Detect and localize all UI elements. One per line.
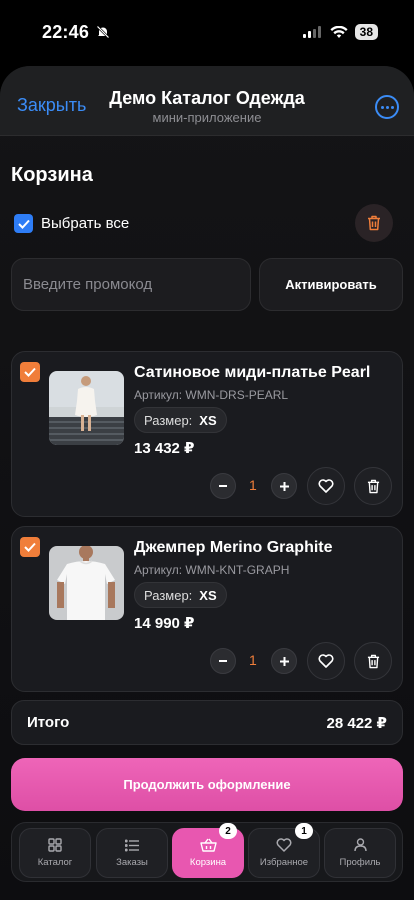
cart-count-badge: 2 bbox=[219, 823, 237, 839]
cart-item: Сатиновое миди-платье Pearl Артикул: WMN… bbox=[11, 351, 403, 517]
white-dress-photo bbox=[49, 371, 124, 445]
battery-indicator: 38 bbox=[354, 24, 378, 40]
page-title: Корзина bbox=[11, 164, 93, 186]
size-chip: Размер: XS bbox=[134, 407, 227, 433]
tab-orders[interactable]: Заказы bbox=[96, 828, 168, 878]
tab-catalog[interactable]: Каталог bbox=[19, 828, 91, 878]
minus-icon bbox=[219, 660, 227, 662]
product-image[interactable] bbox=[49, 546, 124, 620]
decrease-qty-button[interactable] bbox=[210, 648, 236, 674]
decrease-qty-button[interactable] bbox=[210, 473, 236, 499]
tab-profile[interactable]: Профиль bbox=[324, 828, 396, 878]
size-value: XS bbox=[199, 587, 217, 603]
user-icon bbox=[353, 838, 367, 852]
increase-qty-button[interactable] bbox=[271, 648, 297, 674]
list-icon bbox=[124, 839, 139, 851]
total-label: Итого bbox=[27, 714, 70, 731]
item-checkbox[interactable] bbox=[20, 362, 40, 382]
quantity-value: 1 bbox=[249, 477, 257, 493]
favorites-count-badge: 1 bbox=[295, 823, 313, 839]
bottom-tab-bar: Каталог Заказы Корзина 2 Избранное 1 Про… bbox=[11, 822, 403, 882]
mini-app-sheet: Закрыть Демо Каталог Одежда мини-приложе… bbox=[0, 66, 414, 900]
white-tshirt-photo bbox=[49, 546, 124, 620]
checkbox-checked-icon bbox=[14, 214, 33, 233]
heart-icon bbox=[276, 838, 292, 852]
size-chip: Размер: XS bbox=[134, 582, 227, 608]
app-subtitle: мини-приложение bbox=[152, 110, 262, 125]
total-value: 28 422 ₽ bbox=[326, 714, 387, 732]
item-checkbox[interactable] bbox=[20, 537, 40, 557]
wifi-icon bbox=[330, 25, 348, 38]
tab-label: Профиль bbox=[339, 857, 381, 868]
grid-icon bbox=[48, 838, 62, 852]
select-all-label: Выбрать все bbox=[41, 215, 130, 232]
trash-icon bbox=[367, 654, 379, 668]
favorite-button[interactable] bbox=[307, 467, 345, 505]
tab-cart[interactable]: Корзина 2 bbox=[172, 823, 244, 878]
status-indicators: 38 bbox=[302, 24, 378, 40]
activate-promo-button[interactable]: Активировать bbox=[259, 258, 403, 311]
quantity-value: 1 bbox=[249, 652, 257, 668]
signal-icon bbox=[302, 26, 321, 38]
checkout-button[interactable]: Продолжить оформление bbox=[11, 758, 403, 811]
size-label: Размер: bbox=[144, 587, 193, 603]
tab-label: Корзина bbox=[189, 857, 227, 868]
tab-label: Каталог bbox=[37, 857, 73, 868]
increase-qty-button[interactable] bbox=[271, 473, 297, 499]
basket-icon bbox=[199, 838, 217, 852]
trash-icon bbox=[367, 479, 379, 493]
checkbox-checked-icon bbox=[24, 367, 36, 377]
mini-app-header: Закрыть Демо Каталог Одежда мини-приложе… bbox=[0, 66, 414, 136]
product-sku: Артикул: WMN-KNT-GRAPH bbox=[134, 563, 290, 577]
more-options-icon[interactable] bbox=[375, 95, 399, 119]
heart-icon bbox=[318, 479, 334, 493]
status-bar: 22:46 38 bbox=[0, 0, 414, 66]
tab-label: Заказы bbox=[116, 856, 148, 868]
delete-selected-button[interactable] bbox=[355, 204, 393, 242]
tab-favorites[interactable]: Избранное 1 bbox=[248, 823, 320, 878]
heart-icon bbox=[318, 654, 334, 668]
product-sku: Артикул: WMN-DRS-PEARL bbox=[134, 388, 289, 402]
remove-item-button[interactable] bbox=[354, 642, 392, 680]
order-total: Итого 28 422 ₽ bbox=[11, 700, 403, 745]
minus-icon bbox=[219, 485, 227, 487]
select-all-checkbox[interactable]: Выбрать все bbox=[14, 214, 129, 233]
product-name[interactable]: Джемпер Merino Graphite bbox=[134, 539, 333, 557]
remove-item-button[interactable] bbox=[354, 467, 392, 505]
size-label: Размер: bbox=[144, 412, 193, 428]
favorite-button[interactable] bbox=[307, 642, 345, 680]
app-title: Демо Каталог Одежда bbox=[109, 88, 305, 108]
product-image[interactable] bbox=[49, 371, 124, 445]
product-price: 13 432 ₽ bbox=[134, 440, 195, 457]
bell-off-icon bbox=[96, 25, 110, 39]
plus-icon bbox=[279, 656, 289, 666]
trash-icon bbox=[368, 215, 380, 231]
size-value: XS bbox=[199, 412, 217, 428]
promo-code-input[interactable] bbox=[11, 258, 251, 311]
product-name[interactable]: Сатиновое миди-платье Pearl bbox=[134, 364, 370, 382]
product-price: 14 990 ₽ bbox=[134, 615, 195, 632]
status-time: 22:46 bbox=[42, 22, 90, 42]
tab-label: Избранное bbox=[259, 857, 309, 868]
checkbox-checked-icon bbox=[24, 542, 36, 552]
plus-icon bbox=[279, 481, 289, 491]
cart-item: Джемпер Merino Graphite Артикул: WMN-KNT… bbox=[11, 526, 403, 692]
